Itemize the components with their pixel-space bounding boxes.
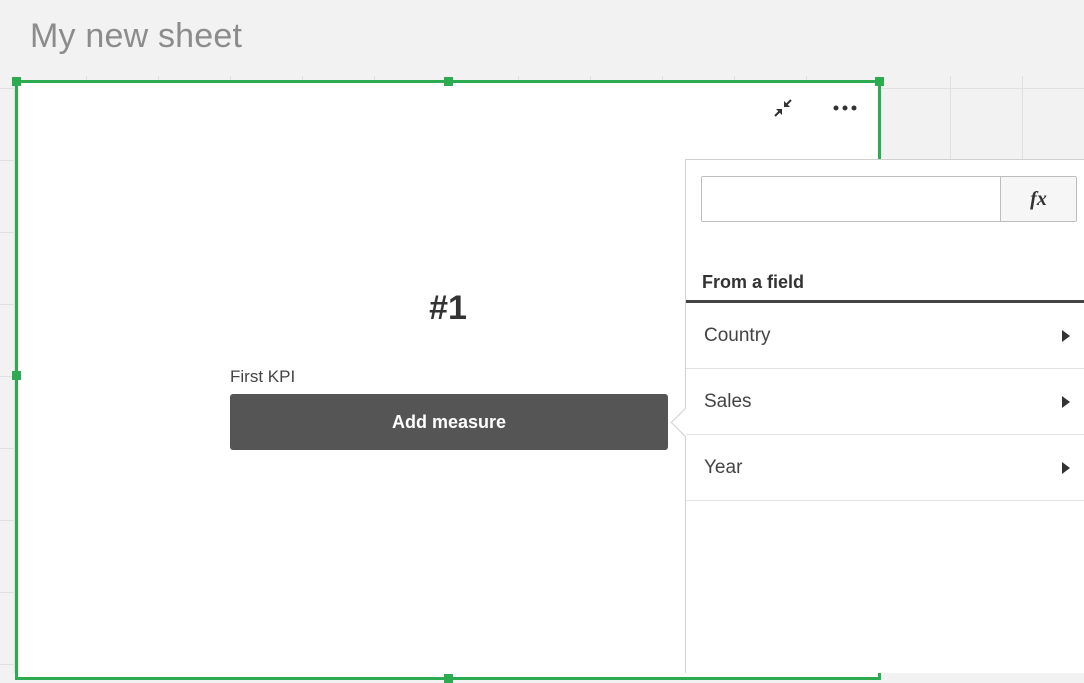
- add-measure-button[interactable]: Add measure: [230, 394, 668, 450]
- resize-handle-middle-left[interactable]: [12, 371, 21, 380]
- field-item-sales[interactable]: Sales: [686, 369, 1084, 435]
- field-item-year[interactable]: Year: [686, 435, 1084, 501]
- field-list: Country Sales Year: [686, 303, 1084, 501]
- field-item-country[interactable]: Country: [686, 303, 1084, 369]
- caret-right-icon: [1062, 329, 1070, 342]
- expression-input[interactable]: [702, 177, 1000, 221]
- expression-editor-button[interactable]: fx: [1000, 177, 1076, 221]
- field-label: Country: [704, 324, 771, 346]
- add-measure-popover: fx From a field Country Sales Year: [670, 159, 1084, 673]
- exit-fullscreen-button[interactable]: [770, 95, 796, 121]
- field-label: Year: [704, 456, 743, 478]
- caret-right-icon: [1062, 395, 1070, 408]
- exit-fullscreen-icon: [774, 99, 792, 117]
- field-label: Sales: [704, 390, 752, 412]
- kpi-label: First KPI: [230, 367, 296, 386]
- sheet-title: My new sheet: [30, 17, 243, 55]
- caret-right-icon: [1062, 461, 1070, 474]
- from-a-field-header: From a field: [686, 265, 1084, 303]
- resize-handle-top-right[interactable]: [875, 77, 884, 86]
- expression-row: fx: [701, 176, 1077, 222]
- resize-handle-bottom-center[interactable]: [444, 674, 453, 683]
- resize-handle-top-center[interactable]: [444, 77, 453, 86]
- resize-handle-top-left[interactable]: [12, 77, 21, 86]
- object-actions: [770, 95, 858, 121]
- more-button[interactable]: [832, 95, 858, 121]
- more-icon: [833, 105, 857, 111]
